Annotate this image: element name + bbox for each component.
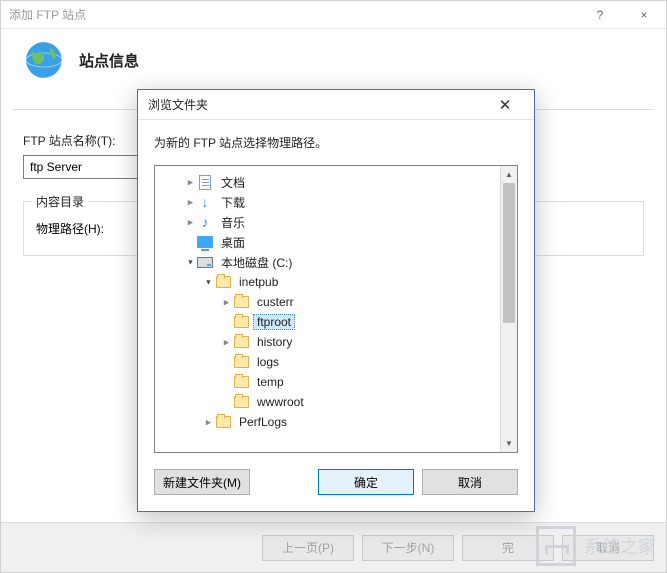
expand-icon[interactable] — [183, 175, 197, 189]
tree-node[interactable]: 文档 — [155, 172, 517, 192]
folder-icon — [233, 374, 249, 390]
folder-icon — [233, 394, 249, 410]
tree-node[interactable]: ↓下载 — [155, 192, 517, 212]
expand-icon[interactable] — [183, 195, 197, 209]
tree-node-label[interactable]: wwwroot — [253, 394, 308, 410]
tree-node[interactable]: history — [155, 332, 517, 352]
tree-node-label[interactable]: ftproot — [253, 314, 295, 330]
dialog-close-icon[interactable]: ✕ — [486, 92, 524, 118]
tree-node[interactable]: 桌面 — [155, 232, 517, 252]
tree-node-label[interactable]: 音乐 — [217, 213, 249, 232]
scroll-up-icon[interactable]: ▲ — [501, 166, 517, 183]
next-button: 下一步(N) — [362, 535, 454, 561]
help-button[interactable]: ? — [578, 1, 622, 29]
tree-node[interactable]: custerr — [155, 292, 517, 312]
tree-node-label[interactable]: logs — [253, 354, 283, 370]
drive-icon — [197, 254, 213, 270]
content-dir-legend: 内容目录 — [32, 193, 88, 210]
folder-tree[interactable]: 文档↓下载♪音乐桌面本地磁盘 (C:)inetpubcusterrftproot… — [154, 165, 518, 453]
tree-node-label[interactable]: PerfLogs — [235, 414, 291, 430]
folder-icon — [233, 314, 249, 330]
tree-node-label[interactable]: 下载 — [217, 193, 249, 212]
expand-icon[interactable] — [183, 255, 197, 269]
scrollbar[interactable]: ▲ ▼ — [500, 166, 517, 452]
tree-node[interactable]: PerfLogs — [155, 412, 517, 432]
tree-node[interactable]: ♪音乐 — [155, 212, 517, 232]
folder-icon — [233, 294, 249, 310]
expand-icon[interactable] — [201, 275, 215, 289]
scroll-thumb[interactable] — [503, 183, 515, 323]
expand-icon[interactable] — [219, 335, 233, 349]
folder-icon — [215, 414, 231, 430]
prev-button: 上一页(P) — [262, 535, 354, 561]
tree-node-label[interactable]: custerr — [253, 294, 298, 310]
tree-node-label[interactable]: history — [253, 334, 296, 350]
tree-node[interactable]: ftproot — [155, 312, 517, 332]
tree-node-label[interactable]: 本地磁盘 (C:) — [217, 253, 296, 272]
music-icon: ♪ — [197, 214, 213, 230]
tree-node[interactable]: logs — [155, 352, 517, 372]
tree-node-label[interactable]: inetpub — [235, 274, 282, 290]
cancel-button: 取消 — [562, 535, 654, 561]
expand-icon[interactable] — [219, 295, 233, 309]
tree-node[interactable]: temp — [155, 372, 517, 392]
documents-icon — [197, 174, 213, 190]
dialog-instruction: 为新的 FTP 站点选择物理路径。 — [138, 120, 534, 161]
tree-node-label[interactable]: 桌面 — [217, 233, 249, 252]
close-button[interactable]: × — [622, 1, 666, 29]
dialog-cancel-button[interactable]: 取消 — [422, 469, 518, 495]
downloads-icon: ↓ — [197, 194, 213, 210]
browse-folder-dialog: 浏览文件夹 ✕ 为新的 FTP 站点选择物理路径。 文档↓下载♪音乐桌面本地磁盘… — [137, 89, 535, 512]
globe-icon — [23, 39, 65, 81]
dialog-title: 浏览文件夹 — [148, 96, 486, 113]
ok-button[interactable]: 确定 — [318, 469, 414, 495]
tree-node[interactable]: wwwroot — [155, 392, 517, 412]
window-titlebar: 添加 FTP 站点 ? × — [1, 1, 666, 29]
tree-node[interactable]: 本地磁盘 (C:) — [155, 252, 517, 272]
window-title: 添加 FTP 站点 — [9, 6, 578, 23]
finish-button: 完 — [462, 535, 554, 561]
wizard-button-bar: 上一页(P) 下一步(N) 完 取消 — [1, 522, 666, 572]
tree-node-label[interactable]: temp — [253, 374, 288, 390]
expand-icon[interactable] — [201, 415, 215, 429]
new-folder-button[interactable]: 新建文件夹(M) — [154, 469, 250, 495]
tree-node-label[interactable]: 文档 — [217, 173, 249, 192]
tree-node[interactable]: inetpub — [155, 272, 517, 292]
folder-icon — [233, 334, 249, 350]
folder-icon — [215, 274, 231, 290]
folder-icon — [233, 354, 249, 370]
scroll-down-icon[interactable]: ▼ — [501, 435, 517, 452]
expand-icon[interactable] — [183, 215, 197, 229]
wizard-heading: 站点信息 — [79, 50, 139, 71]
desktop-icon — [197, 234, 213, 250]
